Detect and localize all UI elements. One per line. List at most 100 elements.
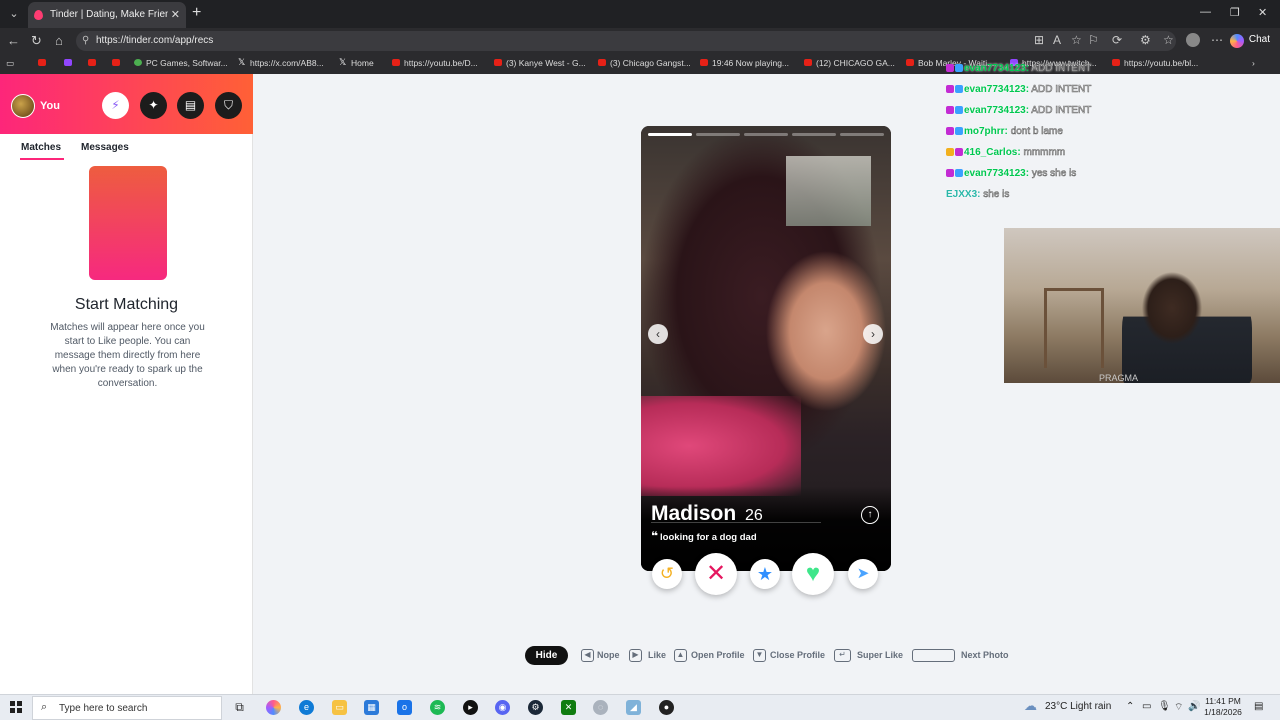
notifications-icon[interactable]: ▤ [1254,701,1263,712]
home-icon[interactable]: ⌂ [55,33,63,48]
chat-message: evan7734123: ADD INTENT [946,84,1092,95]
restore-icon[interactable]: ❐ [1230,6,1240,19]
photo-progress-segment[interactable] [840,133,884,136]
favorites-icon[interactable]: ☆ [1163,33,1174,47]
bookmark-item[interactable]: PC Games, Softwar... [134,58,228,68]
extensions-icon[interactable]: ⚙ [1140,33,1151,47]
edge-browser-icon[interactable]: e [299,700,314,715]
photo-progress-segment[interactable] [744,133,788,136]
taskbar-search-field[interactable]: ⌕ Type here to search [32,696,222,720]
youtube-icon [38,59,46,66]
bookmark-item[interactable]: (12) CHICAGO GA... [804,58,895,68]
tracking-icon[interactable]: ⚐ [1088,33,1099,47]
briefcase-icon[interactable]: ▤ [177,92,204,119]
bookmark-item[interactable]: 19:46 Now playing... [700,58,789,68]
next-photo-chevron-icon[interactable]: › [863,324,883,344]
url-field[interactable]: ⚲ https://tinder.com/app/recs [76,31,1176,51]
profile-avatar-icon[interactable] [1186,33,1200,47]
send-message-plane-icon[interactable]: ➤ [848,559,878,589]
twitch-icon [64,59,72,66]
boost-bolt-icon[interactable]: ⚡ [102,92,129,119]
task-view-icon[interactable]: ⧉ [232,700,247,715]
more-bookmarks-chevron-icon[interactable]: › [1252,58,1255,68]
app-icon-blue[interactable]: ◢ [626,700,641,715]
steam-icon[interactable]: ⚙ [528,700,543,715]
bookmark-item[interactable]: https://youtu.be/D... [392,58,478,68]
photo-progress-segment[interactable] [696,133,740,136]
browser-tab-bar: ⌄ Tinder | Dating, Make Friends & M ✕ + … [0,0,1280,28]
app-available-icon[interactable]: ⊞ [1034,33,1044,47]
photo-progress-segment[interactable] [648,133,692,136]
weather-text[interactable]: 23°C Light rain [1045,701,1111,712]
explore-compass-icon[interactable]: ✦ [140,92,167,119]
more-menu-icon[interactable]: ⋯ [1211,33,1223,47]
profile-card[interactable]: ‹ › Madison 26 ↑ ❝ looking for a dog dad [641,126,891,571]
show-hidden-icons-icon[interactable]: ⌃ [1126,701,1134,712]
nope-x-icon[interactable]: ✕ [695,553,737,595]
app-icon-gray[interactable]: ◌ [593,700,608,715]
like-heart-icon[interactable]: ♥ [792,553,834,595]
file-explorer-icon[interactable]: ▭ [332,700,347,715]
youtube-icon [804,59,812,66]
media-app-icon[interactable]: ▸ [463,700,478,715]
super-like-star-icon[interactable]: ★ [750,559,780,589]
rewind-icon[interactable]: ↺ [652,559,682,589]
tab-matches[interactable]: Matches [19,142,65,160]
discord-icon[interactable]: ◉ [495,700,510,715]
tab-messages[interactable]: Messages [81,142,129,153]
xbox-icon[interactable]: ✕ [561,700,576,715]
bookmark-folder-icon[interactable]: ▭ [6,58,14,69]
refresh-extension-icon[interactable]: ⟳ [1112,33,1122,47]
tab-list-chevron-icon[interactable]: ⌄ [4,4,24,24]
windows-start-icon[interactable] [10,701,22,713]
browser-tab[interactable]: Tinder | Dating, Make Friends & M ✕ [28,2,186,28]
search-placeholder: Type here to search [59,703,148,714]
start-matching-description: Matches will appear here once you start … [50,322,205,389]
bookmark-item[interactable]: 𝕏https://x.com/AB8... [238,57,324,68]
obs-icon[interactable]: ● [659,700,674,715]
system-clock[interactable]: 11:41 PM 1/18/2026 [1198,696,1248,718]
user-avatar[interactable] [11,94,35,118]
sidebar-header: You ⚡ ✦ ▤ ⛉ [0,74,253,134]
x-logo-icon: 𝕏 [339,57,347,67]
close-tab-icon[interactable]: ✕ [171,8,180,21]
chat-text: ADD INTENT [1031,63,1092,75]
new-tab-plus-icon[interactable]: + [192,4,201,22]
network-icon[interactable]: ⌔ [1174,701,1183,714]
chat-message: evan7734123: ADD INTENT [946,63,1092,75]
space-key-icon [912,649,955,662]
open-profile-arrow-icon[interactable]: ↑ [861,506,879,524]
bookmark-item[interactable]: (3) Kanye West - G... [494,58,586,68]
match-placeholder-card [89,166,167,280]
bookmark-item[interactable]: (3) Chicago Gangst... [598,58,691,68]
store-icon[interactable]: ▦ [364,700,379,715]
close-window-icon[interactable]: ✕ [1258,6,1267,19]
weather-icon[interactable]: ☁ [1024,698,1037,714]
screen: ⌄ Tinder | Dating, Make Friends & M ✕ + … [0,0,1280,720]
favorite-star-icon[interactable]: ☆ [1071,33,1082,47]
webcam-person [1122,268,1252,383]
read-aloud-icon[interactable]: A [1053,33,1061,47]
spotify-icon[interactable]: ≋ [430,700,445,715]
site-info-icon[interactable]: ⚲ [82,35,89,46]
previous-photo-chevron-icon[interactable]: ‹ [648,324,668,344]
copilot-taskbar-icon[interactable] [266,700,281,715]
bookmark-item[interactable]: https://youtu.be/bl... [1112,58,1198,68]
outlook-icon[interactable]: o [397,700,412,715]
hide-shortcuts-button[interactable]: Hide [525,646,568,665]
chat-message: evan7734123: ADD INTENT [946,105,1092,117]
safety-shield-icon[interactable]: ⛉ [215,92,242,119]
photo-progress-segment[interactable] [792,133,836,136]
user-label[interactable]: You [40,100,60,112]
chat-text: ADD INTENT [1031,105,1092,117]
copilot-chat-button[interactable]: Chat [1227,31,1276,51]
left-arrow-key-icon: ◀ [581,649,594,662]
youtube-icon [494,59,502,66]
shortcut-close-profile: Close Profile [770,650,826,660]
reload-icon[interactable]: ↻ [31,33,42,49]
minimize-icon[interactable]: — [1200,6,1211,18]
microphone-icon[interactable]: 🎙 [1158,701,1171,712]
back-arrow-icon[interactable]: ← [7,33,20,48]
bookmark-item[interactable]: 𝕏 Home [339,57,374,68]
battery-icon[interactable]: ▭ [1142,701,1151,712]
